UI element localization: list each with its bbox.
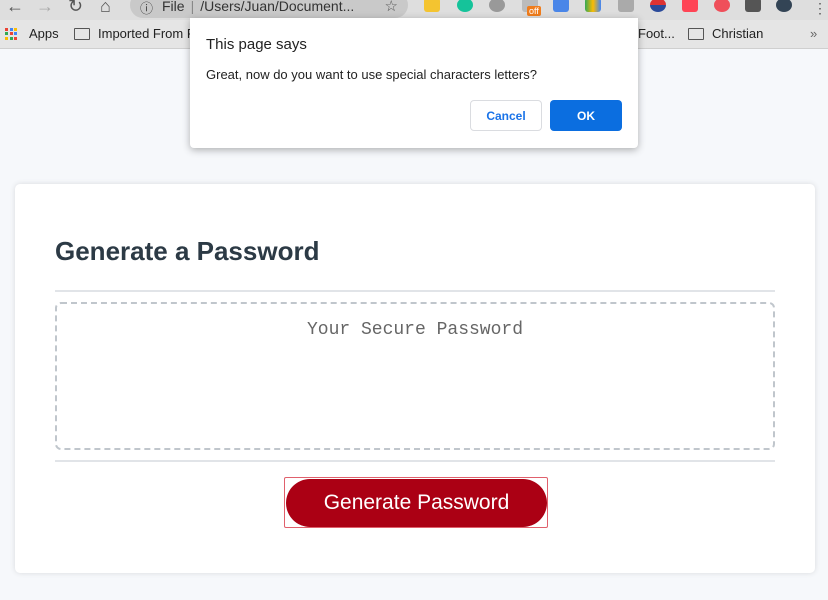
info-icon[interactable]: ⓘ: [140, 0, 153, 17]
password-placeholder: Your Secure Password: [306, 320, 524, 340]
extension-k-icon[interactable]: [618, 0, 634, 12]
extension-circle-icon[interactable]: [489, 0, 505, 12]
bookmark-label: Apps: [29, 26, 59, 41]
grammarly-icon[interactable]: [457, 0, 473, 12]
bookmark-star-icon[interactable]: ☆: [385, 0, 398, 15]
folder-icon: [74, 27, 90, 40]
extension-flag-icon[interactable]: [650, 0, 666, 12]
more-bookmarks-icon[interactable]: »: [810, 26, 817, 41]
bookmark-apps[interactable]: Apps: [5, 26, 59, 41]
bookmark-label: Imported From F: [98, 26, 195, 41]
bookmark-imported[interactable]: Imported From F: [74, 26, 195, 41]
extension-play-icon[interactable]: [682, 0, 698, 12]
password-output[interactable]: Your Secure Password: [55, 302, 775, 450]
generate-password-button[interactable]: Generate Password: [286, 479, 547, 527]
ok-button[interactable]: OK: [550, 100, 622, 131]
address-bar[interactable]: ⓘ File |/Users/Juan/Document... ☆: [130, 0, 408, 18]
password-card: Generate a Password Your Secure Password…: [15, 184, 815, 573]
extension-shield-icon[interactable]: [714, 0, 730, 12]
browser-toolbar: ← → ↻ ⌂ ⓘ File |/Users/Juan/Document... ☆…: [0, 0, 828, 20]
address-text: /Users/Juan/Document...: [200, 0, 355, 14]
page-title: Generate a Password: [55, 236, 320, 266]
bookmark-label: Christian: [712, 26, 764, 41]
menu-icon[interactable]: ⋮: [813, 0, 827, 17]
address-scheme: File: [162, 0, 185, 14]
cancel-button[interactable]: Cancel: [470, 100, 542, 131]
profile-avatar[interactable]: [776, 0, 792, 12]
drive-icon[interactable]: [585, 0, 601, 12]
dialog-message: Great, now do you want to use special ch…: [206, 67, 537, 82]
reload-icon[interactable]: ↻: [68, 0, 83, 17]
bookmark-foot[interactable]: Foot...: [638, 26, 675, 41]
dialog-title: This page says: [206, 36, 307, 53]
bookmark-christian[interactable]: Christian: [688, 26, 763, 41]
divider: [55, 460, 775, 462]
home-icon[interactable]: ⌂: [100, 0, 111, 17]
forward-icon[interactable]: →: [36, 0, 54, 17]
bookmark-label: Foot...: [638, 26, 675, 41]
generate-button-focus-ring: Generate Password: [284, 477, 548, 528]
extensions-puzzle-icon[interactable]: [745, 0, 761, 12]
divider: [55, 290, 775, 292]
extension-keep-icon[interactable]: [424, 0, 440, 12]
extension-badge: off: [527, 6, 541, 16]
back-icon[interactable]: ←: [6, 0, 24, 17]
alert-dialog: This page says Great, now do you want to…: [190, 18, 638, 148]
folder-icon: [688, 27, 704, 40]
apps-grid-icon: [5, 27, 17, 40]
translate-icon[interactable]: [553, 0, 569, 12]
